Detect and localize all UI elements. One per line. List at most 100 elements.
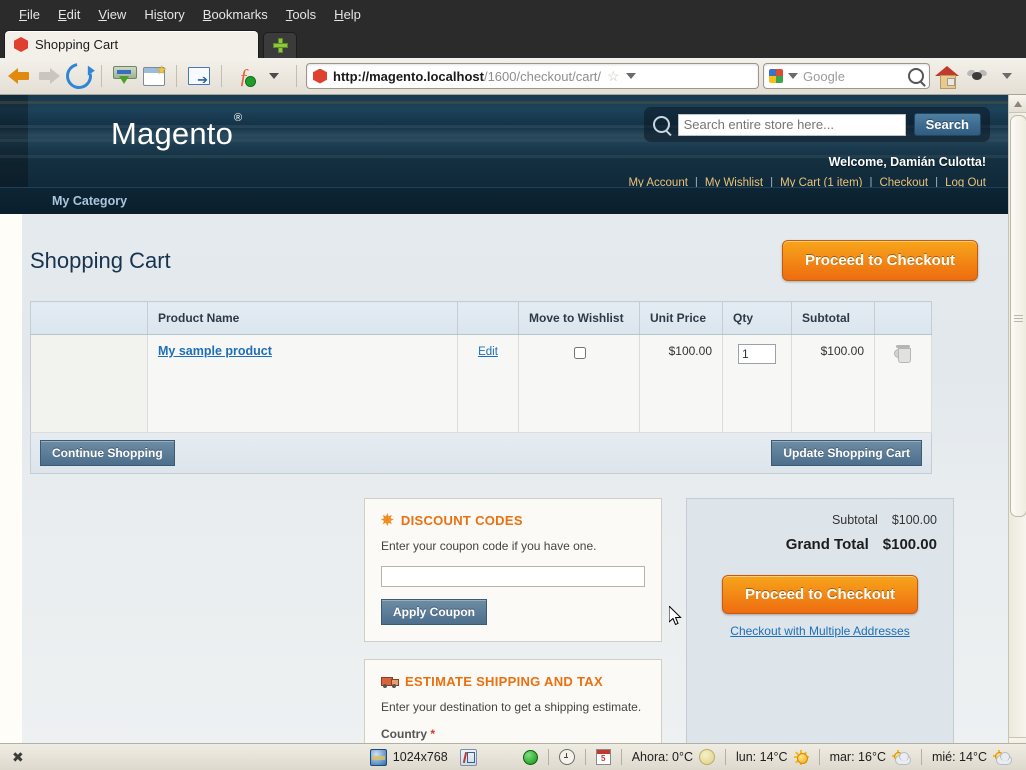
page-title: Shopping Cart [30, 247, 171, 273]
close-icon[interactable]: ✖ [0, 749, 36, 766]
subtotal-row: Subtotal $100.00 [703, 513, 937, 527]
cell-remove [874, 334, 932, 433]
vertical-scrollbar[interactable] [1008, 95, 1026, 755]
weather-tue-label: mar: 16°C [829, 750, 886, 764]
cell-product-name: My sample product [147, 334, 458, 433]
nav-item-my-category[interactable]: My Category [52, 194, 127, 208]
checkout-multiple-addresses-link[interactable]: Checkout with Multiple Addresses [703, 624, 937, 638]
trash-icon[interactable] [894, 344, 912, 363]
url-dropdown-icon[interactable] [625, 73, 636, 79]
menu-bookmarks[interactable]: Bookmarks [194, 5, 277, 24]
menu-view[interactable]: View [89, 5, 135, 24]
store-logo[interactable]: Magento® [52, 109, 242, 159]
navigation-toolbar: ★ ➔ ƒ http://magento.localhost/1600/chec… [0, 57, 1026, 95]
calendar-icon[interactable]: 5 [595, 749, 611, 765]
tray-divider [818, 749, 820, 765]
grand-total-label: Grand Total [785, 536, 869, 553]
downloads-button[interactable] [111, 63, 137, 89]
link-my-wishlist[interactable]: My Wishlist [705, 177, 763, 187]
move-to-wishlist-checkbox[interactable] [573, 347, 586, 359]
firebug-menu-button[interactable] [261, 63, 287, 89]
back-arrow-icon [8, 68, 30, 84]
bug-button[interactable] [964, 63, 990, 89]
edit-item-link[interactable]: Edit [478, 346, 498, 358]
cart-table-body: My sample product Edit $100.00 1 $100.00 [30, 334, 932, 433]
bookmark-star-icon[interactable]: ☆ [607, 68, 620, 85]
scrollbar-thumb[interactable] [1010, 115, 1026, 517]
col-edit [457, 301, 519, 335]
update-shopping-cart-button[interactable]: Update Shopping Cart [771, 440, 922, 466]
subtotal-value: $100.00 [891, 513, 937, 527]
pen-tool-tray-icon[interactable] [454, 748, 483, 766]
firebug-button[interactable]: ƒ [231, 63, 257, 89]
new-tab-button[interactable] [263, 32, 297, 58]
browser-search-input[interactable]: Google [803, 69, 903, 84]
account-links: My Account | My Wishlist | My Cart (1 it… [628, 177, 986, 187]
menu-edit[interactable]: Edit [49, 5, 89, 24]
truck-icon [381, 676, 399, 688]
page-viewport: Magento® Search Welcome, Damián Culotta!… [0, 95, 1026, 755]
menu-file[interactable]: File [10, 5, 49, 24]
discount-codes-title: ✵ DISCOUNT CODES [381, 512, 523, 529]
pen-icon [459, 748, 477, 766]
scroll-up-button[interactable] [1009, 95, 1026, 113]
weather-tue[interactable]: mar: 16°C [824, 749, 917, 765]
menu-help[interactable]: Help [325, 5, 370, 24]
weather-mon[interactable]: lun: 14°C [730, 749, 815, 765]
select-element-button[interactable]: ➔ [186, 63, 212, 89]
search-icon[interactable] [908, 68, 924, 84]
display-icon [369, 748, 387, 766]
header-streak [0, 101, 1008, 104]
proceed-to-checkout-button[interactable]: Proceed to Checkout [722, 575, 918, 614]
status-online-icon[interactable] [522, 749, 538, 765]
toolbar-divider-4 [296, 65, 297, 87]
col-subtotal: Subtotal [791, 301, 875, 335]
store-search-button[interactable]: Search [913, 113, 981, 136]
apply-coupon-button[interactable]: Apply Coupon [381, 599, 487, 625]
back-button[interactable] [6, 63, 32, 89]
col-unit-price: Unit Price [639, 301, 723, 335]
mouse-cursor [669, 606, 682, 626]
clock-icon[interactable] [558, 749, 575, 765]
store-search-input[interactable] [677, 113, 906, 136]
favicon-magento-icon [14, 37, 28, 52]
link-checkout[interactable]: Checkout [879, 177, 928, 187]
cart-bottom-row: ✵ DISCOUNT CODES Enter your coupon code … [30, 498, 1008, 755]
magento-logo-icon [52, 109, 98, 159]
forward-button[interactable] [36, 63, 62, 89]
resolution-indicator[interactable]: 1024x768 [364, 748, 454, 766]
link-my-account[interactable]: My Account [628, 177, 687, 187]
menu-tools[interactable]: Tools [277, 5, 325, 24]
grand-total-value: $100.00 [882, 536, 937, 553]
link-separator: | [935, 177, 939, 187]
search-engine-dropdown-icon[interactable] [788, 73, 798, 79]
status-tray: 5 [517, 749, 617, 765]
url-text: http://magento.localhost/1600/checkout/c… [333, 69, 601, 84]
totals-panel: Subtotal $100.00 Grand Total $100.00 Pro… [686, 498, 954, 755]
weather-now[interactable]: Ahora: 0°C [626, 749, 721, 765]
proceed-to-checkout-top-button[interactable]: Proceed to Checkout [781, 240, 978, 281]
reload-button[interactable] [60, 57, 98, 95]
subtotal-label: Subtotal [831, 513, 878, 527]
coupon-code-input[interactable] [381, 566, 645, 587]
page-bookmark-button[interactable]: ★ [141, 63, 167, 89]
weather-wed[interactable]: mié: 14°C [926, 749, 1018, 765]
link-my-cart[interactable]: My Cart (1 item) [780, 177, 862, 187]
tab-shopping-cart[interactable]: Shopping Cart [4, 30, 259, 58]
left-panels-column: ✵ DISCOUNT CODES Enter your coupon code … [364, 498, 662, 755]
menu-history[interactable]: History [135, 5, 193, 24]
toolbar-overflow-button[interactable] [994, 63, 1020, 89]
sun-icon [793, 749, 809, 765]
url-bar[interactable]: http://magento.localhost/1600/checkout/c… [306, 63, 759, 89]
cell-product-image [30, 334, 148, 433]
shipping-description: Enter your destination to get a shipping… [381, 700, 642, 714]
browser-search-bar[interactable]: Google [763, 63, 930, 89]
home-button[interactable] [934, 63, 960, 89]
link-log-out[interactable]: Log Out [945, 177, 986, 187]
col-image [30, 301, 148, 335]
continue-shopping-button[interactable]: Continue Shopping [40, 440, 175, 466]
tray-divider [584, 749, 586, 765]
product-link[interactable]: My sample product [158, 344, 272, 358]
qty-input[interactable] [738, 344, 776, 364]
downloads-icon [113, 65, 137, 87]
